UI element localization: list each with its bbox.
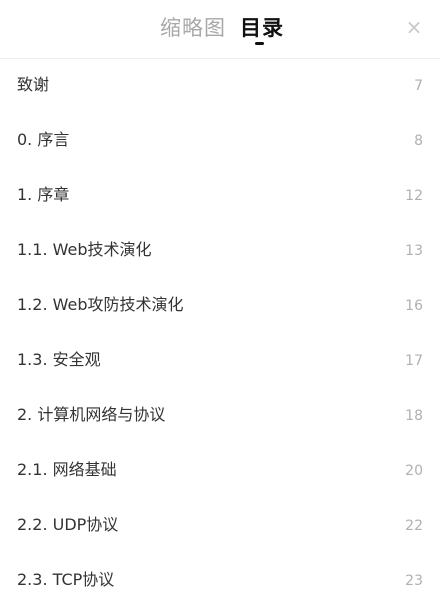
toc-item-page: 7 bbox=[414, 78, 423, 94]
toc-item[interactable]: 1.2. Web攻防技术演化 16 bbox=[0, 279, 440, 334]
toc-item-page: 12 bbox=[405, 188, 423, 204]
toc-item-page: 23 bbox=[405, 573, 423, 589]
toc-item[interactable]: 2. 计算机网络与协议 18 bbox=[0, 389, 440, 444]
toc-item-title: 2. 计算机网络与协议 bbox=[17, 405, 166, 424]
toc-item[interactable]: 0. 序言 8 bbox=[0, 114, 440, 169]
toc-item-title: 2.3. TCP协议 bbox=[17, 570, 115, 589]
tab-toc[interactable]: 目录 bbox=[240, 14, 284, 42]
toc-item-title: 1.1. Web技术演化 bbox=[17, 240, 152, 259]
toc-item[interactable]: 致谢 7 bbox=[0, 59, 440, 114]
active-tab-indicator bbox=[255, 42, 264, 45]
toc-item-title: 1. 序章 bbox=[17, 185, 70, 204]
tab-thumbnail[interactable]: 缩略图 bbox=[160, 14, 226, 42]
toc-item-page: 8 bbox=[414, 133, 423, 149]
close-icon[interactable]: × bbox=[403, 16, 425, 38]
toc-item-page: 13 bbox=[405, 243, 423, 259]
toc-item[interactable]: 1.1. Web技术演化 13 bbox=[0, 224, 440, 279]
toc-item-title: 0. 序言 bbox=[17, 130, 70, 149]
toc-item-title: 1.3. 安全观 bbox=[17, 350, 101, 369]
toc-item-page: 20 bbox=[405, 463, 423, 479]
toc-item-title: 1.2. Web攻防技术演化 bbox=[17, 295, 184, 314]
toc-item-title: 2.1. 网络基础 bbox=[17, 460, 117, 479]
toc-item[interactable]: 1. 序章 12 bbox=[0, 169, 440, 224]
toc-item-page: 22 bbox=[405, 518, 423, 534]
toc-list: 致谢 7 0. 序言 8 1. 序章 12 1.1. Web技术演化 13 1.… bbox=[0, 59, 440, 609]
toc-item[interactable]: 2.1. 网络基础 20 bbox=[0, 444, 440, 499]
toc-header: 缩略图 目录 × bbox=[0, 0, 440, 59]
toc-item[interactable]: 2.2. UDP协议 22 bbox=[0, 499, 440, 554]
toc-item-title: 2.2. UDP协议 bbox=[17, 515, 119, 534]
toc-item-page: 17 bbox=[405, 353, 423, 369]
toc-item[interactable]: 2.3. TCP协议 23 bbox=[0, 554, 440, 609]
toc-item-page: 18 bbox=[405, 408, 423, 424]
toc-item-title: 致谢 bbox=[17, 75, 50, 94]
toc-item[interactable]: 1.3. 安全观 17 bbox=[0, 334, 440, 389]
toc-item-page: 16 bbox=[405, 298, 423, 314]
